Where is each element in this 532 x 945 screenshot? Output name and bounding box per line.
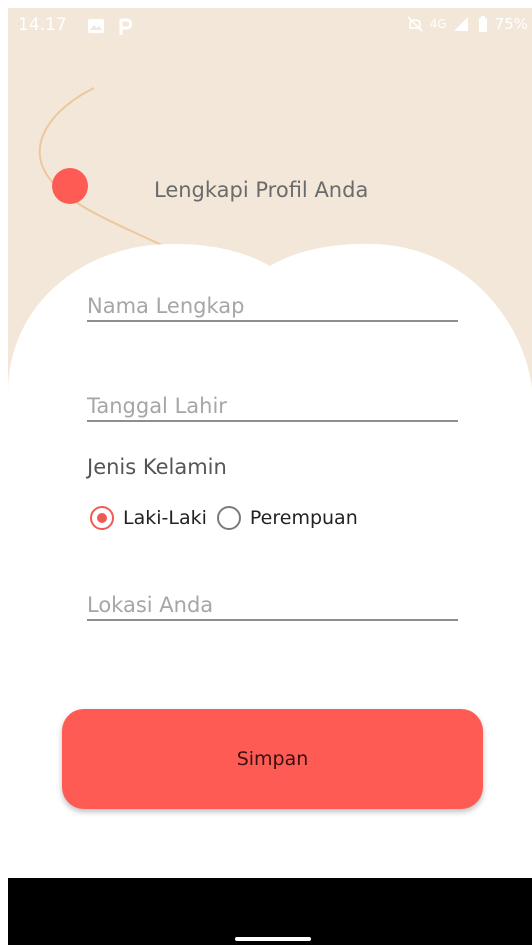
status-bar: 14.17 4G 75% (8, 8, 532, 42)
signal-icon (453, 17, 468, 31)
battery-icon (478, 16, 487, 32)
home-indicator[interactable] (235, 937, 311, 941)
page-title: Lengkapi Profil Anda (154, 178, 369, 202)
battery-level: 75% (494, 15, 528, 33)
location-input[interactable] (87, 593, 458, 617)
status-right: 4G 75% (406, 15, 528, 33)
parking-notification-icon (119, 18, 133, 35)
image-notification-icon (88, 19, 104, 33)
gender-option-female[interactable]: Perempuan (216, 506, 358, 530)
save-button[interactable]: Simpan (62, 709, 483, 809)
radio-unchecked-icon[interactable] (216, 506, 241, 530)
birth-date-input[interactable] (87, 394, 458, 418)
status-time: 14.17 (18, 15, 67, 35)
gender-option-male[interactable]: Laki-Laki (90, 506, 207, 530)
navigation-bar (8, 878, 532, 945)
network-type: 4G (429, 17, 447, 31)
gender-radio-group: Laki-Laki Perempuan (90, 506, 358, 530)
radio-checked-icon[interactable] (90, 506, 114, 530)
gender-option-label: Perempuan (249, 507, 358, 529)
app-frame: 14.17 4G 75% Lengkapi Profil Anda Nama L… (8, 8, 532, 878)
save-button-label: Simpan (236, 748, 309, 770)
full-name-input[interactable] (87, 294, 458, 318)
mute-icon (407, 16, 423, 32)
app-screen: 14.17 4G 75% Lengkapi Profil Anda Nama L… (0, 0, 532, 945)
location-field[interactable] (87, 579, 458, 621)
birth-date-field[interactable] (87, 380, 458, 422)
full-name-field[interactable] (87, 280, 458, 322)
gender-label: Jenis Kelamin (87, 455, 227, 479)
gender-option-label: Laki-Laki (123, 507, 207, 529)
